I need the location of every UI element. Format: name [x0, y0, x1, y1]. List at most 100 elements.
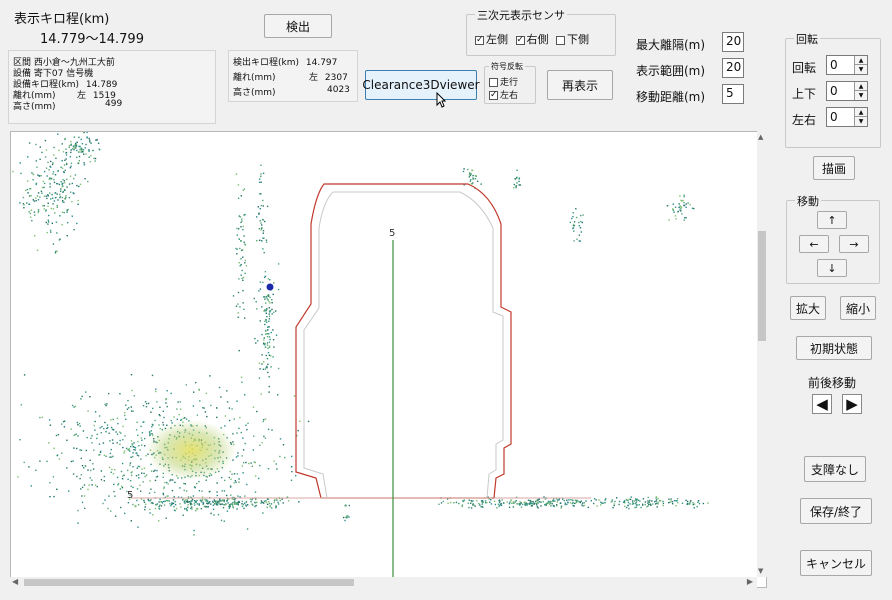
cloud-point	[162, 476, 164, 478]
zoom-out-button[interactable]: 縮小	[840, 296, 876, 320]
move-down-button[interactable]: ↓	[817, 259, 847, 277]
initial-state-button[interactable]: 初期状態	[796, 336, 872, 360]
cloud-point	[142, 405, 145, 407]
cloud-point	[253, 461, 255, 463]
cloud-point	[89, 141, 91, 143]
scroll-up-arrow-icon[interactable]: ▲	[758, 133, 763, 141]
cloud-point	[518, 503, 520, 505]
cloud-point	[110, 448, 112, 451]
cloud-point	[266, 308, 268, 310]
cloud-point	[269, 504, 271, 507]
cloud-point	[23, 204, 25, 206]
scroll-left-arrow-icon[interactable]: ◀	[12, 577, 18, 586]
cloud-point	[125, 404, 127, 406]
cloud-point	[129, 480, 132, 482]
cloud-point	[671, 501, 674, 503]
move-forward-arrow-icon[interactable]: ▶	[842, 394, 862, 414]
cloud-point	[229, 470, 231, 473]
checkbox-bottom-side[interactable]: 下側	[556, 33, 589, 46]
save-exit-button[interactable]: 保存/終了	[800, 498, 872, 524]
cloud-point	[27, 156, 29, 158]
cloud-point	[125, 418, 127, 420]
cloud-point	[232, 501, 235, 503]
cloud-point	[519, 501, 521, 503]
cloud-point	[277, 367, 280, 370]
leftright-spinner[interactable]: 0 ▲ ▼	[826, 107, 868, 127]
vertical-scroll-thumb[interactable]	[758, 231, 766, 341]
move-right-button[interactable]: →	[839, 235, 869, 253]
cloud-point	[87, 410, 89, 412]
cloud-point	[161, 501, 163, 503]
zoom-in-button[interactable]: 拡大	[790, 296, 826, 320]
cloud-point	[90, 155, 92, 157]
no-obstruction-button[interactable]: 支障なし	[804, 456, 866, 482]
cloud-point	[123, 452, 125, 454]
cloud-point	[281, 498, 283, 500]
center-line-label: 5	[389, 228, 395, 239]
move-back-arrow-icon[interactable]: ◀	[812, 394, 832, 414]
cloud-point	[149, 480, 151, 482]
horizontal-scroll-thumb[interactable]	[24, 579, 354, 586]
rotation-spinner[interactable]: 0 ▲ ▼	[826, 55, 868, 75]
detect-button[interactable]: 検出	[264, 14, 332, 38]
cloud-point	[114, 469, 116, 471]
cloud-point	[182, 417, 185, 419]
move-up-button[interactable]: ↑	[817, 211, 847, 229]
cloud-point	[233, 418, 235, 420]
point-cloud-viewer[interactable]: 5 5	[10, 131, 767, 588]
cloud-point	[226, 494, 228, 497]
cloud-point	[515, 185, 517, 187]
max-separation-input[interactable]: 20	[722, 32, 744, 52]
cloud-point	[649, 499, 651, 502]
rotation-spinner-down-icon[interactable]: ▼	[854, 64, 867, 74]
cloud-point	[242, 189, 244, 192]
cloud-point	[685, 217, 687, 219]
cloud-point	[662, 504, 664, 507]
cloud-point	[150, 488, 152, 490]
cloud-point	[114, 495, 116, 497]
cloud-point	[43, 205, 45, 207]
leftright-spinner-down-icon[interactable]: ▼	[854, 116, 867, 126]
cloud-point	[132, 452, 134, 454]
cloud-point	[93, 157, 95, 160]
updown-spinner-down-icon[interactable]: ▼	[854, 90, 867, 100]
display-range-input[interactable]: 20	[722, 58, 744, 78]
detected-point-marker	[266, 283, 274, 291]
cloud-point	[612, 506, 614, 509]
updown-spinner[interactable]: 0 ▲ ▼	[826, 81, 868, 101]
cloud-point	[70, 151, 72, 154]
draw-button[interactable]: 描画	[813, 156, 855, 180]
cloud-point	[37, 174, 39, 176]
cloud-point	[291, 470, 293, 473]
move-left-button[interactable]: ←	[799, 235, 829, 253]
cloud-point	[243, 502, 246, 504]
cloud-point	[480, 505, 482, 508]
cloud-point	[196, 499, 198, 502]
viewer-horizontal-scrollbar[interactable]: ◀ ▶	[10, 577, 757, 588]
cloud-point	[582, 214, 584, 216]
redisplay-button[interactable]: 再表示	[547, 70, 613, 100]
cloud-point	[697, 501, 699, 503]
cancel-button[interactable]: キャンセル	[800, 550, 872, 576]
cloud-point	[268, 315, 271, 317]
checkbox-right-side[interactable]: 右側	[515, 33, 549, 47]
cloud-point	[162, 492, 164, 495]
cloud-point	[145, 406, 148, 408]
cloud-point	[86, 436, 88, 439]
scroll-down-arrow-icon[interactable]: ▼	[758, 567, 763, 575]
move-distance-input[interactable]: 5	[722, 84, 744, 104]
cloud-point	[266, 342, 269, 344]
cloud-point	[124, 512, 126, 515]
viewer-vertical-scrollbar[interactable]: ▲ ▼	[757, 131, 767, 577]
cloud-point	[45, 195, 47, 197]
cloud-point	[205, 392, 207, 395]
checkbox-left-right[interactable]: 左右	[489, 88, 518, 102]
scroll-right-arrow-icon[interactable]: ▶	[747, 577, 753, 586]
updown-spinner-value: 0	[830, 84, 838, 98]
cloud-point	[56, 454, 59, 456]
checkbox-left-side[interactable]: 左側	[475, 33, 508, 47]
checkbox-travel[interactable]: 走行	[489, 75, 518, 88]
cloud-point	[149, 500, 151, 502]
cloud-point	[203, 407, 205, 409]
clearance3dviewer-button[interactable]: Clearance3Dviewer	[362, 70, 480, 100]
